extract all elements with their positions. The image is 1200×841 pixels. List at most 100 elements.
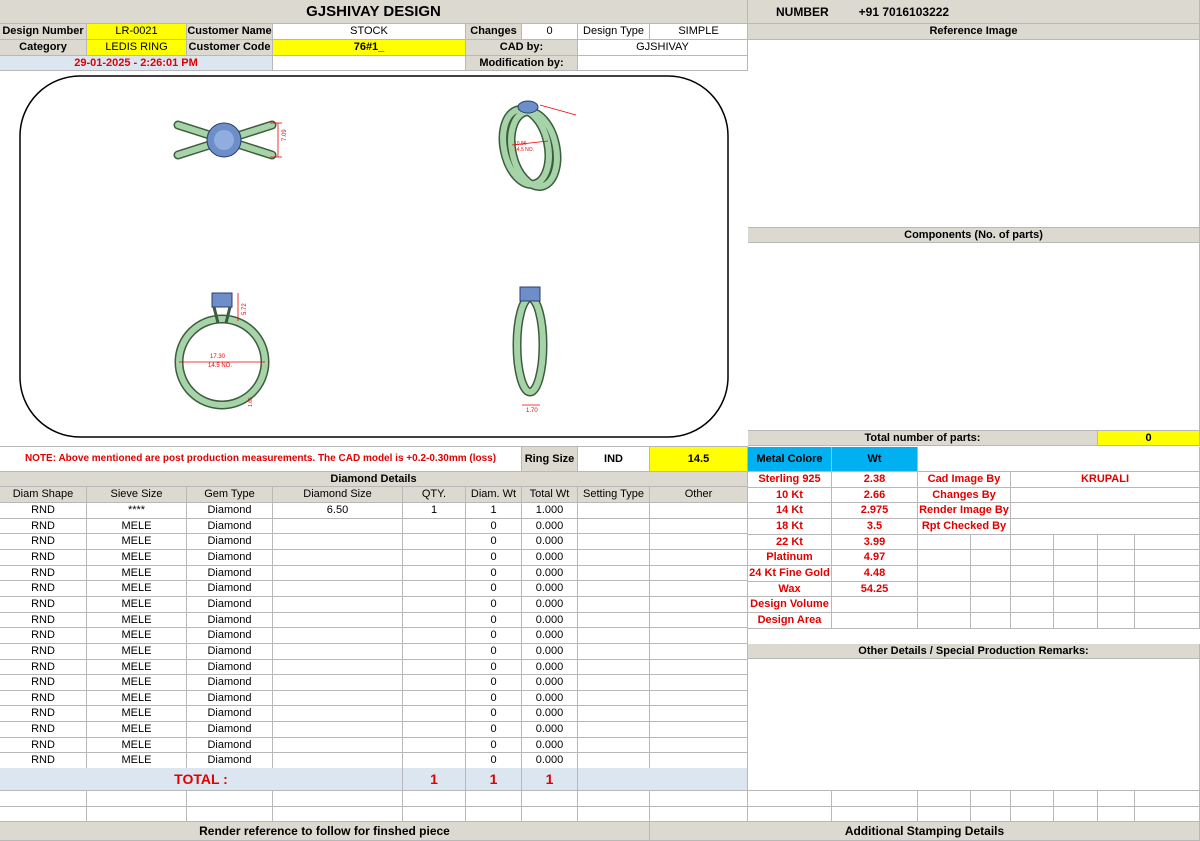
diamond-cell[interactable] (403, 675, 466, 691)
ring-size-standard[interactable]: IND (578, 447, 650, 472)
credit-value[interactable] (1011, 503, 1200, 519)
diamond-cell[interactable]: 0.000 (522, 628, 578, 644)
diamond-cell[interactable] (578, 628, 650, 644)
diamond-cell[interactable] (273, 597, 403, 613)
diamond-cell[interactable]: 0.000 (522, 519, 578, 534)
diamond-cell[interactable] (273, 675, 403, 691)
diamond-cell[interactable] (578, 660, 650, 675)
diamond-cell[interactable]: RND (0, 597, 87, 613)
diamond-cell[interactable] (273, 581, 403, 597)
customer-name-value[interactable]: STOCK (273, 24, 466, 40)
diamond-cell[interactable]: 0 (466, 738, 522, 753)
diamond-cell[interactable]: MELE (87, 706, 187, 722)
diamond-cell[interactable] (578, 519, 650, 534)
diamond-cell[interactable]: RND (0, 644, 87, 660)
diamond-cell[interactable] (650, 503, 748, 519)
diamond-cell[interactable]: 0.000 (522, 675, 578, 691)
diamond-cell[interactable] (650, 550, 748, 566)
diamond-cell[interactable] (403, 691, 466, 706)
diamond-cell[interactable]: RND (0, 660, 87, 675)
diamond-cell[interactable]: RND (0, 691, 87, 706)
diamond-cell[interactable] (578, 675, 650, 691)
diamond-cell[interactable]: 0 (466, 628, 522, 644)
diamond-cell[interactable]: 0 (466, 753, 522, 769)
diamond-cell[interactable]: MELE (87, 738, 187, 753)
diamond-cell[interactable] (403, 738, 466, 753)
diamond-cell[interactable] (650, 628, 748, 644)
diamond-cell[interactable]: 0.000 (522, 706, 578, 722)
diamond-cell[interactable]: Diamond (187, 581, 273, 597)
diamond-cell[interactable] (273, 753, 403, 769)
diamond-cell[interactable]: Diamond (187, 706, 273, 722)
diamond-cell[interactable]: MELE (87, 550, 187, 566)
diamond-cell[interactable]: RND (0, 519, 87, 534)
diamond-cell[interactable] (650, 597, 748, 613)
diamond-cell[interactable]: Diamond (187, 534, 273, 550)
diamond-cell[interactable] (578, 503, 650, 519)
diamond-cell[interactable] (273, 660, 403, 675)
diamond-cell[interactable] (578, 613, 650, 628)
diamond-cell[interactable]: Diamond (187, 566, 273, 581)
customer-code-value[interactable]: 76#1_ (273, 40, 466, 56)
diamond-cell[interactable] (578, 644, 650, 660)
diamond-cell[interactable]: 0 (466, 675, 522, 691)
diamond-cell[interactable] (273, 706, 403, 722)
diamond-cell[interactable]: 0.000 (522, 597, 578, 613)
diamond-cell[interactable] (650, 675, 748, 691)
diamond-cell[interactable]: 0 (466, 644, 522, 660)
diamond-cell[interactable] (403, 550, 466, 566)
diamond-cell[interactable]: 0 (466, 706, 522, 722)
diamond-cell[interactable]: Diamond (187, 722, 273, 738)
diamond-cell[interactable]: 0.000 (522, 660, 578, 675)
diamond-cell[interactable] (403, 660, 466, 675)
diamond-cell[interactable]: 0.000 (522, 738, 578, 753)
diamond-cell[interactable] (273, 628, 403, 644)
diamond-cell[interactable]: RND (0, 628, 87, 644)
diamond-cell[interactable]: Diamond (187, 660, 273, 675)
diamond-cell[interactable]: 0.000 (522, 644, 578, 660)
diamond-cell[interactable] (650, 753, 748, 769)
diamond-cell[interactable]: Diamond (187, 738, 273, 753)
diamond-cell[interactable]: RND (0, 534, 87, 550)
diamond-cell[interactable]: 0 (466, 722, 522, 738)
metal-weight[interactable]: 4.97 (832, 550, 918, 566)
diamond-cell[interactable]: MELE (87, 613, 187, 628)
metal-weight[interactable]: 2.975 (832, 503, 918, 519)
diamond-cell[interactable]: 0 (466, 566, 522, 581)
diamond-cell[interactable]: 0 (466, 581, 522, 597)
diamond-cell[interactable]: 0 (466, 534, 522, 550)
diamond-cell[interactable] (403, 534, 466, 550)
diamond-cell[interactable] (403, 753, 466, 769)
diamond-cell[interactable] (273, 550, 403, 566)
modification-value[interactable] (578, 56, 748, 71)
metal-weight[interactable]: 4.48 (832, 566, 918, 582)
diamond-cell[interactable] (650, 722, 748, 738)
diamond-cell[interactable]: 0.000 (522, 691, 578, 706)
diamond-cell[interactable] (578, 597, 650, 613)
diamond-cell[interactable]: 0.000 (522, 550, 578, 566)
cad-by-value[interactable]: GJSHIVAY (578, 40, 748, 56)
diamond-cell[interactable]: RND (0, 753, 87, 769)
diamond-cell[interactable]: Diamond (187, 628, 273, 644)
credit-value[interactable]: KRUPALI (1011, 472, 1200, 488)
diamond-cell[interactable] (578, 566, 650, 581)
diamond-cell[interactable] (650, 566, 748, 581)
diamond-cell[interactable] (650, 660, 748, 675)
other-details-area[interactable] (748, 659, 1200, 791)
metal-weight[interactable]: 3.5 (832, 519, 918, 535)
diamond-cell[interactable]: 0 (466, 613, 522, 628)
diamond-cell[interactable]: RND (0, 675, 87, 691)
diamond-cell[interactable] (403, 644, 466, 660)
diamond-cell[interactable]: 0 (466, 550, 522, 566)
diamond-cell[interactable]: 0 (466, 691, 522, 706)
diamond-cell[interactable] (403, 519, 466, 534)
diamond-cell[interactable]: 0.000 (522, 753, 578, 769)
category-value[interactable]: LEDIS RING (87, 40, 187, 56)
design-number-value[interactable]: LR-0021 (87, 24, 187, 40)
diamond-cell[interactable]: 1.000 (522, 503, 578, 519)
diamond-cell[interactable]: RND (0, 613, 87, 628)
diamond-cell[interactable] (650, 519, 748, 534)
diamond-cell[interactable] (578, 550, 650, 566)
diamond-cell[interactable]: Diamond (187, 644, 273, 660)
diamond-cell[interactable]: MELE (87, 722, 187, 738)
